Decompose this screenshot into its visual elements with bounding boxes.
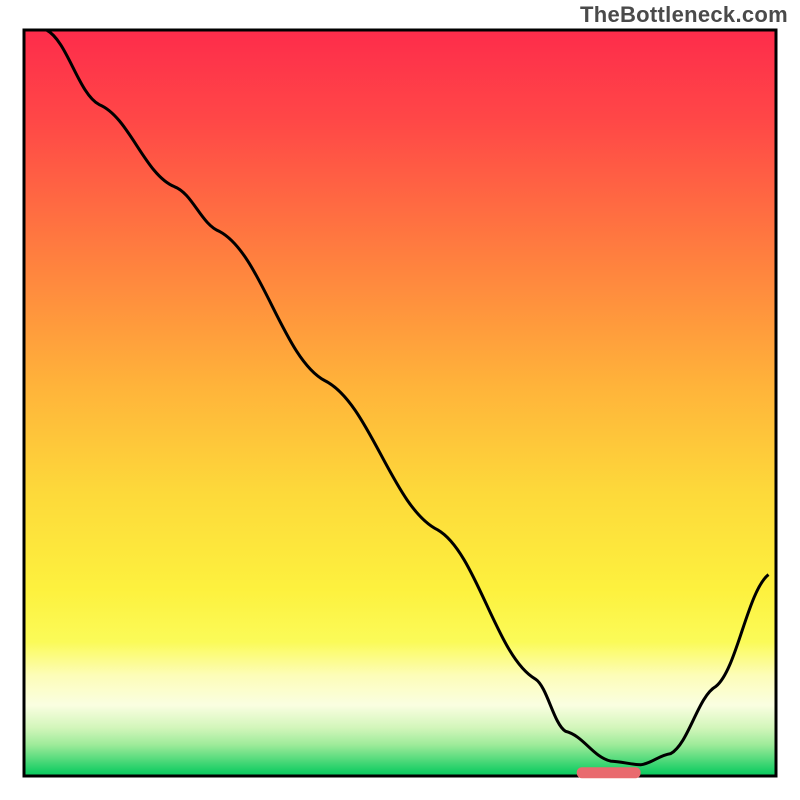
bottleneck-chart [0, 0, 800, 800]
plot-background [24, 30, 776, 776]
bottom-marker-pill [577, 767, 641, 778]
watermark-text: TheBottleneck.com [580, 2, 788, 28]
